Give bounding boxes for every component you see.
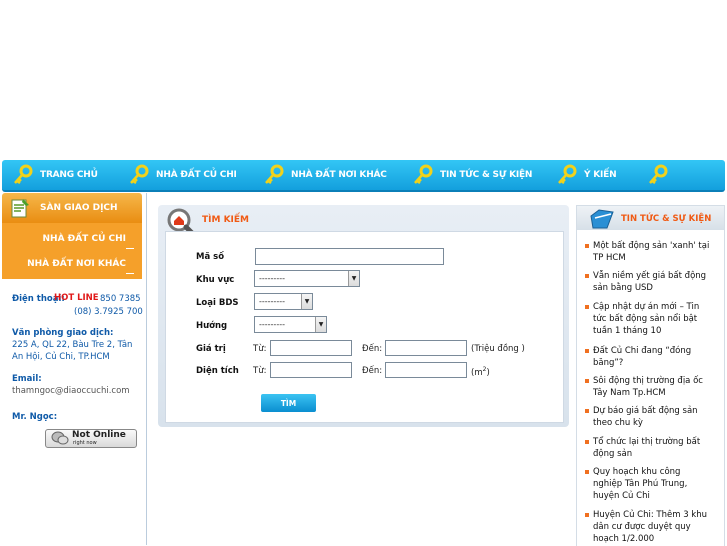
sidebar-menu: NHÀ ĐẤT CỦ CHI NHÀ ĐẤT NƠI KHÁC <box>2 223 142 279</box>
size-unit: (m2) <box>471 366 490 378</box>
area-select[interactable]: --------- ▼ <box>254 270 360 287</box>
office-label: Văn phòng giao dịch: <box>12 328 114 338</box>
person-label: Mr. Ngọc: <box>12 412 58 422</box>
news-item[interactable]: Tổ chức lại thị trường bất động sản <box>585 436 711 460</box>
key-icon <box>414 164 433 185</box>
search-title: TÌM KIẾM <box>202 215 250 225</box>
chevron-down-icon: ▼ <box>315 317 326 332</box>
email-block: Email: thamngoc@diaoccuchi.com <box>12 373 130 397</box>
news-item[interactable]: Vẫn niềm yết giá bất động sản bằng USD <box>585 270 711 294</box>
size-unit-close: ) <box>486 367 490 378</box>
nav-item-home[interactable]: TRANG CHỦ <box>12 160 98 190</box>
sidebar-header: SÀN GIAO DỊCH <box>2 193 142 223</box>
type-label: Loại BDS <box>196 298 239 308</box>
news-header: TIN TỨC & SỰ KIỆN <box>577 206 724 230</box>
chevron-down-icon: ▼ <box>301 294 312 309</box>
key-icon <box>649 164 668 185</box>
news-item[interactable]: Một bất động sản 'xanh' tại TP HCM <box>585 240 711 264</box>
chat-bubble-icon <box>51 431 69 445</box>
news-item[interactable]: Quy hoạch khu công nghiệp Tân Phú Trung,… <box>585 466 711 502</box>
main-nav: TRANG CHỦ NHÀ ĐẤT CỦ CHI NHÀ ĐẤT NƠI KHÁ… <box>2 160 725 192</box>
news-item[interactable]: Dự báo giá bất động sản theo chu kỳ <box>585 405 711 429</box>
news-item[interactable]: Cập nhật dự án mới – Tin tức bất động sả… <box>585 301 711 337</box>
email-value[interactable]: thamngoc@diaoccuchi.com <box>12 385 130 397</box>
price-from-input[interactable] <box>270 340 352 356</box>
nav-item-label: TIN TỨC & SỰ KIỆN <box>440 170 533 180</box>
code-input[interactable] <box>255 248 444 265</box>
size-unit-prefix: (m <box>471 367 483 378</box>
price-label: Giá trị <box>196 344 226 354</box>
news-sidebar: TIN TỨC & SỰ KIỆN Một bất động sản 'xanh… <box>576 205 725 546</box>
phone-number-1: 850 7385 <box>100 294 141 304</box>
news-item[interactable]: Sôi động thị trường địa ốc Tây Nam Tp.HC… <box>585 375 711 399</box>
key-icon <box>130 164 149 185</box>
email-label: Email: <box>12 374 42 384</box>
area-select-value: --------- <box>259 274 285 283</box>
key-icon <box>14 164 33 185</box>
online-status-badge[interactable]: Not Online right now <box>45 429 137 448</box>
direction-label: Hướng <box>196 321 228 331</box>
nav-item-label: NHÀ ĐẤT CỦ CHI <box>156 170 237 180</box>
price-from-label: Từ: <box>253 344 267 354</box>
price-to-input[interactable] <box>385 340 467 356</box>
folder-icon <box>590 209 614 229</box>
size-to-label: Đến: <box>362 366 383 376</box>
price-unit: (Triệu đồng ) <box>471 344 525 354</box>
status-text: Not Online <box>72 430 126 440</box>
sidebar-link-other[interactable]: NHÀ ĐẤT NƠI KHÁC <box>27 259 134 274</box>
office-block: Văn phòng giao dịch: 225 A, QL 22, Bàu T… <box>12 327 142 363</box>
news-item[interactable]: Huyện Củ Chi: Thêm 3 khu dân cư được duy… <box>585 509 711 545</box>
document-icon <box>11 199 29 218</box>
nav-item-label: Ý KIẾN <box>584 170 617 180</box>
code-label: Mã số <box>196 252 225 262</box>
nav-item-feedback[interactable]: Ý KIẾN <box>556 160 617 190</box>
sidebar-link-cuchi[interactable]: NHÀ ĐẤT CỦ CHI <box>43 234 135 249</box>
nav-item-cuchi[interactable]: NHÀ ĐẤT CỦ CHI <box>128 160 237 190</box>
nav-item-news[interactable]: TIN TỨC & SỰ KIỆN <box>412 160 532 190</box>
nav-item-label: TRANG CHỦ <box>40 170 98 180</box>
news-title: TIN TỨC & SỰ KIỆN <box>621 214 712 224</box>
type-select[interactable]: --------- ▼ <box>254 293 313 310</box>
nav-item-label: NHÀ ĐẤT NƠI KHÁC <box>291 170 387 180</box>
nav-key-end <box>647 160 675 190</box>
search-panel: TÌM KIẾM Mã số Khu vực --------- ▼ Loại … <box>158 205 569 427</box>
area-label: Khu vực <box>196 275 235 285</box>
office-address: 225 A, QL 22, Bàu Tre 2, Tân An Hội, Củ … <box>12 340 133 362</box>
size-to-input[interactable] <box>385 362 467 378</box>
direction-select[interactable]: --------- ▼ <box>254 316 327 333</box>
nav-item-other[interactable]: NHÀ ĐẤT NƠI KHÁC <box>263 160 387 190</box>
sidebar-title: SÀN GIAO DỊCH <box>40 203 118 213</box>
size-from-input[interactable] <box>270 362 352 378</box>
search-form: Mã số Khu vực --------- ▼ Loại BDS -----… <box>165 231 564 423</box>
direction-select-value: --------- <box>259 320 285 329</box>
left-sidebar: SÀN GIAO DỊCH NHÀ ĐẤT CỦ CHI NHÀ ĐẤT NƠI… <box>2 193 147 545</box>
key-icon <box>558 164 577 185</box>
size-label: Diện tích <box>196 366 239 376</box>
chevron-down-icon: ▼ <box>348 271 359 286</box>
news-item[interactable]: Đất Củ Chi đang “đóng băng”? <box>585 345 711 369</box>
hotline-badge: HOT LINE <box>54 293 99 303</box>
size-from-label: Từ: <box>253 366 267 376</box>
price-to-label: Đến: <box>362 344 383 354</box>
key-icon <box>265 164 284 185</box>
status-subtext: right now <box>73 440 97 446</box>
type-select-value: --------- <box>259 297 285 306</box>
phone-number-2: (08) 3.7925 700 <box>74 307 143 317</box>
search-button[interactable]: TÌM <box>261 394 316 412</box>
